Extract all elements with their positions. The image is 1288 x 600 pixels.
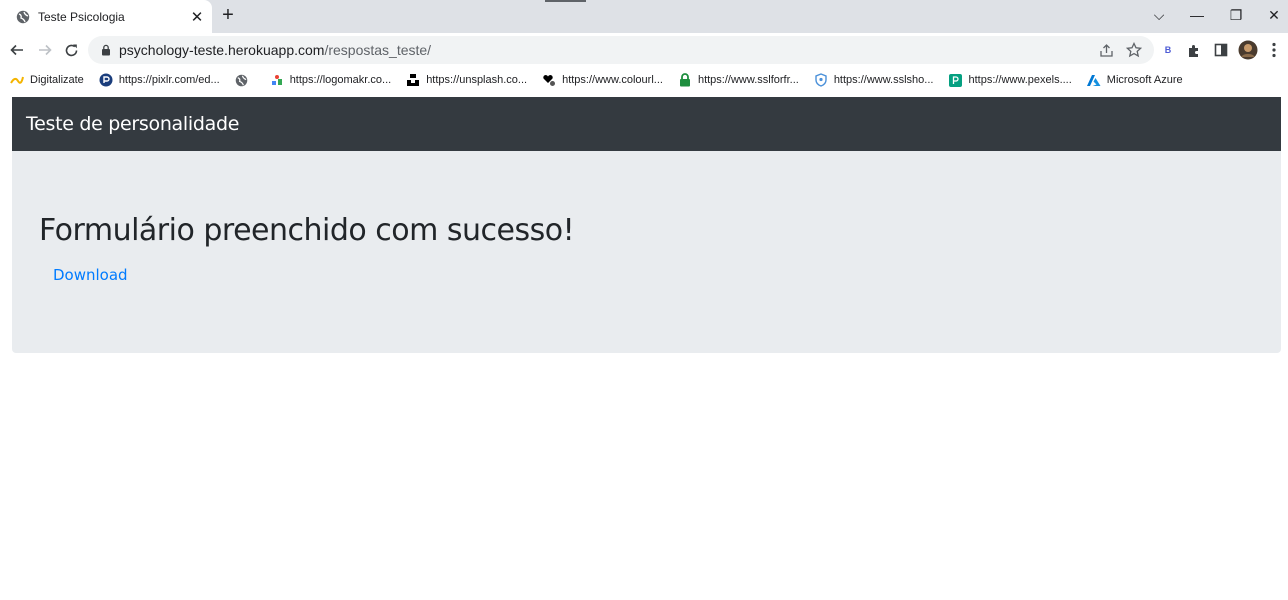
url-host: psychology-teste.herokuapp.com xyxy=(119,42,325,58)
bookmark-item[interactable]: https://logomakr.co... xyxy=(270,73,392,87)
bookmark-item[interactable]: https://www.sslsho... xyxy=(814,73,934,87)
bookmark-item[interactable]: https://unsplash.co... xyxy=(406,73,527,87)
bookmark-item[interactable]: Microsoft Azure xyxy=(1086,73,1183,87)
bookmark-label: https://www.colourl... xyxy=(562,74,663,86)
address-bar[interactable]: psychology-teste.herokuapp.com/respostas… xyxy=(88,36,1154,64)
globe-icon xyxy=(16,10,30,24)
restore-button[interactable]: ❐ xyxy=(1216,0,1256,30)
bookmark-item[interactable]: https://pixlr.com/ed... xyxy=(99,73,220,87)
globe-icon xyxy=(235,73,249,87)
forward-button[interactable] xyxy=(34,39,56,61)
profile-extension-icon[interactable]: B xyxy=(1158,40,1178,60)
url-path: /respostas_teste/ xyxy=(324,42,432,58)
bookmark-label: Digitalizate xyxy=(30,74,84,86)
new-tab-button[interactable]: + xyxy=(218,5,238,26)
pixlr-icon xyxy=(99,73,113,87)
back-button[interactable] xyxy=(6,39,28,61)
logomakr-icon xyxy=(270,73,284,87)
site-navbar: Teste de personalidade xyxy=(12,97,1281,151)
azure-icon xyxy=(1086,73,1101,87)
reload-button[interactable] xyxy=(60,39,82,61)
pexels-icon xyxy=(948,73,962,87)
shield-icon xyxy=(814,73,828,87)
tab-strip-indicator xyxy=(545,0,586,2)
arrow-right-icon xyxy=(39,44,52,56)
lock-icon xyxy=(100,44,112,56)
bookmark-label: https://www.sslsho... xyxy=(833,74,934,86)
extensions-puzzle-icon[interactable] xyxy=(1184,40,1204,60)
bookmark-label: https://www.pexels.... xyxy=(968,74,1072,86)
page-viewport: Teste de personalidade Formulário preenc… xyxy=(0,93,1288,600)
bookmarks-bar: Digitalizate https://pixlr.com/ed... htt… xyxy=(0,67,1288,93)
bookmark-label: https://pixlr.com/ed... xyxy=(118,74,220,86)
tab-title: Teste Psicologia xyxy=(38,9,125,24)
colourlovers-icon xyxy=(542,73,556,87)
bookmark-item[interactable]: Digitalizate xyxy=(10,73,84,87)
bookmark-star-icon[interactable] xyxy=(1124,40,1144,60)
digitalizate-icon xyxy=(10,73,24,87)
tab-close-icon[interactable]: ✕ xyxy=(188,8,206,26)
browser-tab[interactable]: Teste Psicologia ✕ xyxy=(0,0,212,33)
bookmark-label: https://unsplash.co... xyxy=(426,74,528,86)
side-panel-icon[interactable] xyxy=(1211,40,1231,60)
navbar-brand[interactable]: Teste de personalidade xyxy=(26,113,239,135)
bookmark-item[interactable]: https://www.pexels.... xyxy=(948,73,1072,87)
tab-search-icon[interactable]: ⌵ xyxy=(1139,0,1179,30)
unsplash-icon xyxy=(406,73,420,87)
tab-strip: Teste Psicologia ✕ + ⌵ — ❐ ✕ xyxy=(0,0,1288,33)
bookmark-label: https://www.sslforfr... xyxy=(697,74,799,86)
lock-green-icon xyxy=(678,73,692,87)
avatar[interactable] xyxy=(1238,40,1258,60)
page-title: Formulário preenchido com sucesso! xyxy=(39,213,575,248)
arrow-left-icon xyxy=(10,44,23,56)
bookmark-item[interactable]: https://www.sslforfr... xyxy=(678,73,799,87)
browser-toolbar: psychology-teste.herokuapp.com/respostas… xyxy=(0,33,1288,67)
reload-icon xyxy=(65,44,77,56)
bookmark-item[interactable] xyxy=(235,73,255,87)
bookmark-label: https://logomakr.co... xyxy=(289,74,392,86)
success-panel: Formulário preenchido com sucesso! Downl… xyxy=(12,151,1281,353)
bookmark-label: Microsoft Azure xyxy=(1106,74,1183,86)
browser-menu-icon[interactable] xyxy=(1264,40,1284,60)
bookmark-item[interactable]: https://www.colourl... xyxy=(542,73,663,87)
download-link[interactable]: Download xyxy=(53,266,128,284)
close-window-button[interactable]: ✕ xyxy=(1254,0,1288,30)
minimize-button[interactable]: — xyxy=(1177,0,1217,30)
share-icon[interactable] xyxy=(1096,40,1116,60)
